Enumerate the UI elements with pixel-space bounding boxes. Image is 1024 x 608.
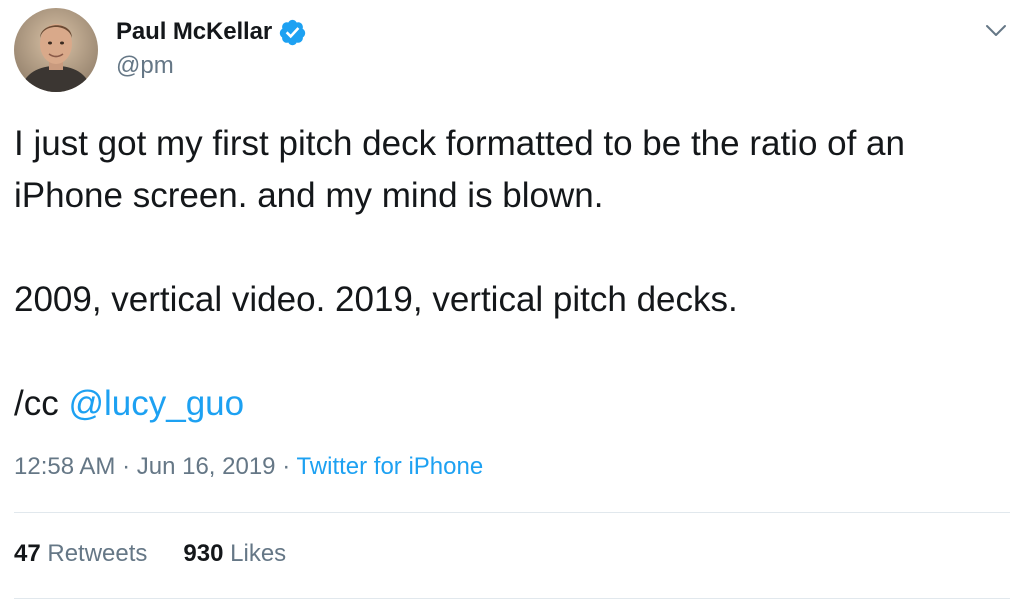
chevron-down-icon [986,25,1006,36]
tweet-text: I just got my first pitch deck formatted… [14,118,1010,430]
tweet-date[interactable]: Jun 16, 2019 [137,453,276,480]
retweets-label: Retweets [47,540,148,567]
tweet-text-line: I just got my first pitch deck formatted… [14,124,905,163]
tweet-text-line: 2009, vertical video. 2019, vertical pit… [14,280,738,319]
tweet-options-button[interactable] [984,18,1008,42]
author-avatar[interactable] [14,8,98,92]
avatar-image [14,8,98,92]
divider [14,512,1010,513]
likes-count: 930 [183,540,224,567]
author-handle[interactable]: @pm [116,52,174,80]
likes-label: Likes [230,540,287,567]
author-name-row[interactable]: Paul McKellar [116,17,307,47]
meta-separator: · [275,453,297,480]
mention-link[interactable]: @lucy_guo [68,384,244,423]
tweet-text-line: iPhone screen. and my mind is blown. [14,176,604,215]
author-display-name[interactable]: Paul McKellar [116,18,272,46]
divider [14,598,1010,599]
tweet-source-link[interactable]: Twitter for iPhone [296,453,483,480]
retweets-count: 47 [14,540,41,567]
retweets-stat[interactable]: 47 Retweets [14,540,147,568]
meta-separator: · [115,453,137,480]
tweet-time[interactable]: 12:58 AM [14,453,115,480]
tweet-card: Paul McKellar @pm I just got my first pi… [0,0,1024,608]
tweet-cc-line: /cc @lucy_guo [14,378,1010,430]
likes-stat[interactable]: 930 Likes [183,540,286,568]
tweet-metadata: 12:58 AM · Jun 16, 2019 · Twitter for iP… [14,453,483,481]
verified-badge-icon [278,18,307,47]
cc-prefix: /cc [14,384,69,423]
tweet-stats: 47 Retweets 930 Likes [14,540,322,568]
